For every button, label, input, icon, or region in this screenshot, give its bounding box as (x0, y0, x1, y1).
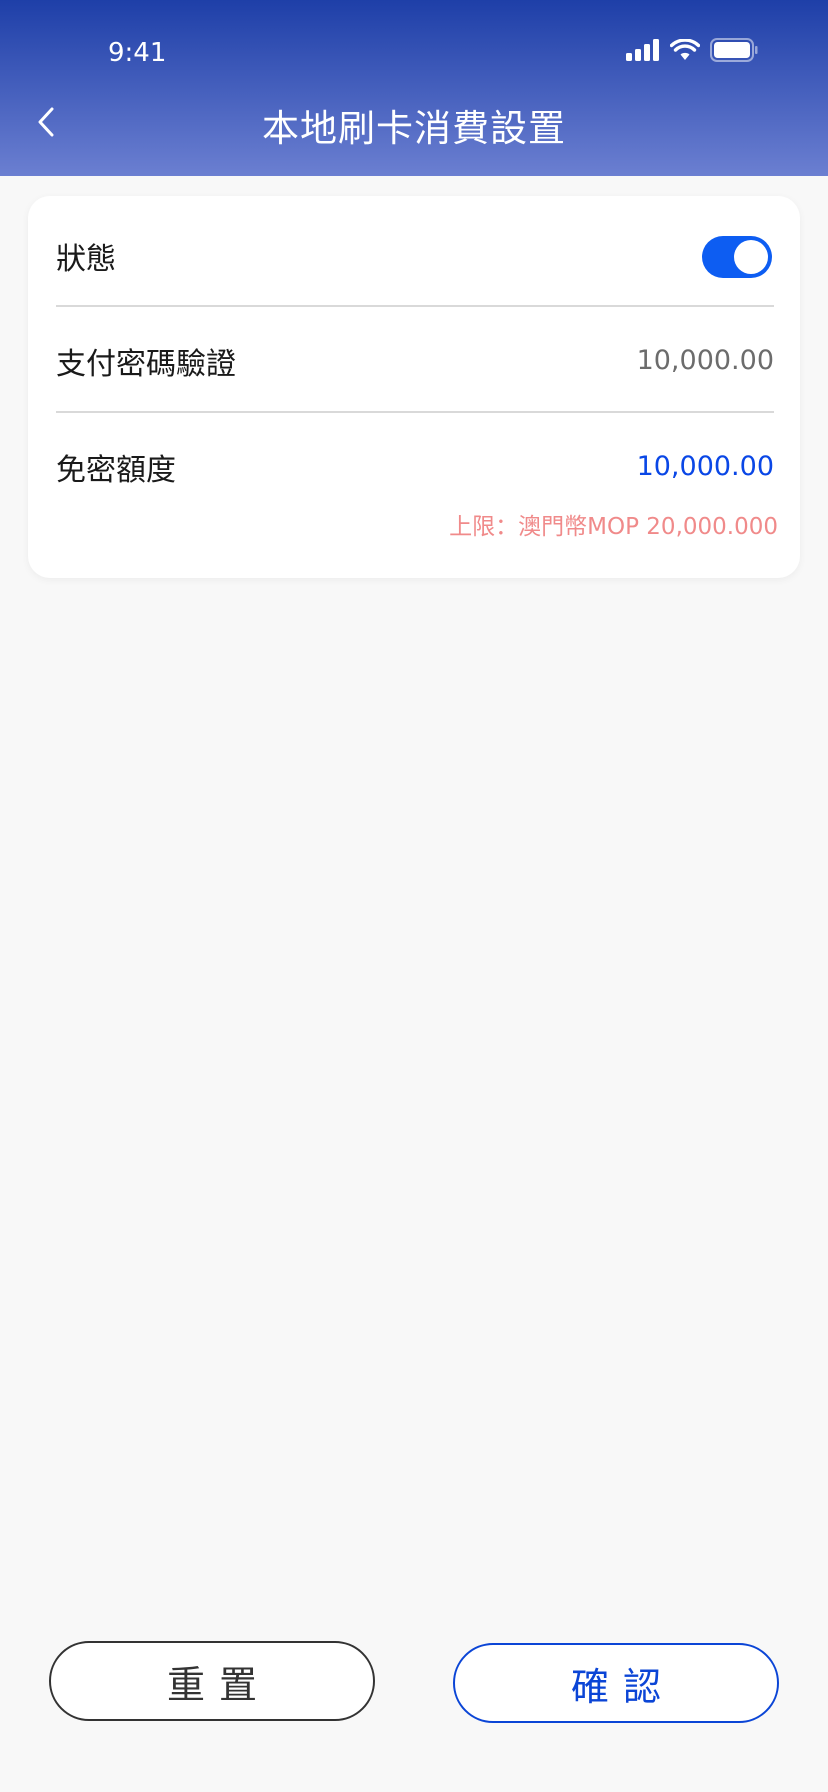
app-header: 9:41 本地刷卡消費設置 (0, 0, 828, 176)
status-toggle[interactable] (702, 236, 772, 278)
signal-icon (626, 39, 659, 61)
free-limit-row[interactable]: 免密額度 10,000.00 上限：澳門幣MOP 20,000.000 (56, 413, 778, 563)
status-row: 狀態 (56, 196, 774, 306)
password-row[interactable]: 支付密碼驗證 10,000.00 (56, 307, 774, 411)
status-icons (626, 38, 758, 62)
confirm-button-label: 確認 (570, 1664, 675, 1709)
status-time: 9:41 (108, 38, 167, 68)
reset-button-label: 重置 (166, 1662, 271, 1707)
free-limit-value[interactable]: 10,000.00 (637, 451, 774, 482)
confirm-button[interactable]: 確認 (453, 1643, 779, 1723)
limit-note: 上限：澳門幣MOP 20,000.000 (449, 514, 778, 540)
password-label: 支付密碼驗證 (56, 347, 236, 382)
reset-button[interactable]: 重置 (49, 1641, 375, 1721)
toggle-knob (734, 240, 768, 274)
wifi-icon (670, 39, 700, 60)
page-title: 本地刷卡消費設置 (262, 107, 566, 150)
settings-card: 狀態 支付密碼驗證 10,000.00 免密額度 10,000.00 上限：澳門… (28, 196, 800, 578)
status-label: 狀態 (56, 242, 116, 277)
free-limit-label: 免密額度 (56, 453, 176, 488)
password-value: 10,000.00 (636, 345, 774, 376)
battery-icon (710, 38, 758, 62)
